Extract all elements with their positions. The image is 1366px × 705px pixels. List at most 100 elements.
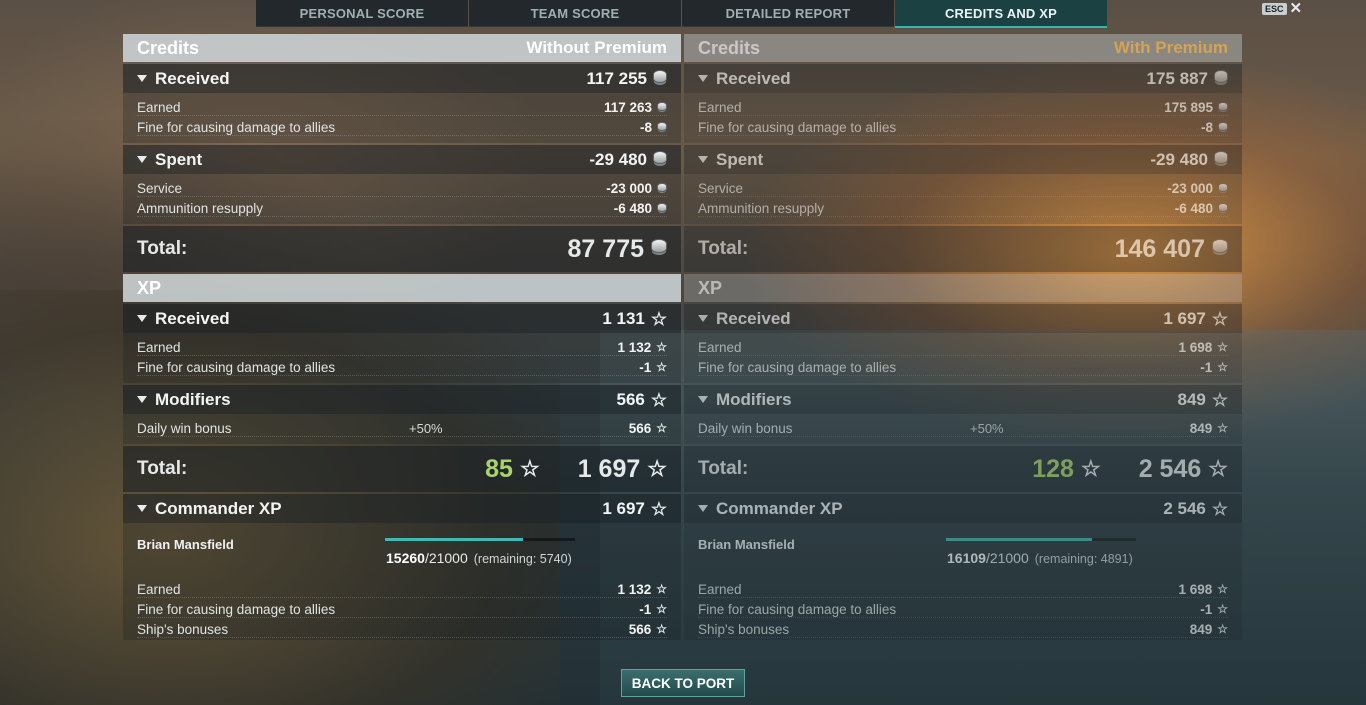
detail-row: Fine for causing damage to allies -1 ☆ xyxy=(684,357,1242,377)
xp-star-icon: ☆ xyxy=(650,498,667,519)
xp-star-icon: ☆ xyxy=(1217,340,1228,354)
credits-icon xyxy=(653,70,667,83)
row-value: 566 xyxy=(628,621,652,637)
commander-xp-value: 2 546 xyxy=(1163,498,1206,518)
credits-received-header[interactable]: Received 117 255 xyxy=(123,64,681,93)
xp-star-icon: ☆ xyxy=(650,389,667,410)
commander-xp-remaining: (remaining: 4891) xyxy=(1034,552,1133,566)
xp-received-value: 1 697 xyxy=(1163,308,1206,328)
credits-icon xyxy=(653,151,667,164)
credits-received-label: Received xyxy=(155,68,230,88)
xp-total-value: 1 697 xyxy=(577,454,641,483)
premium-mode-label: Without Premium xyxy=(526,38,667,57)
detail-row: Earned 1 698 ☆ xyxy=(684,337,1242,357)
xp-star-icon: ☆ xyxy=(1080,456,1101,481)
credits-icon xyxy=(1218,121,1228,131)
commander-xp-label: Commander XP xyxy=(716,498,843,518)
row-value: 849 xyxy=(1189,621,1213,637)
commander-xp-max: /21000 xyxy=(985,550,1029,566)
commander-xp-header[interactable]: Commander XP 1 697 ☆ xyxy=(123,494,681,523)
xp-received-rows: Earned 1 132 ☆ Fine for causing damage to a… xyxy=(123,333,681,383)
row-label: Fine for causing damage to allies xyxy=(137,601,336,617)
premium-mode-label: With Premium xyxy=(1113,38,1228,57)
back-to-port-button[interactable]: BACK TO PORT xyxy=(621,669,745,697)
detail-row: Fine for causing damage to allies -1 ☆ xyxy=(123,599,681,619)
detail-row: Earned 1 698 ☆ xyxy=(684,579,1242,599)
row-label: Ammunition resupply xyxy=(698,200,825,216)
credits-spent-label: Spent xyxy=(155,149,203,169)
xp-modifiers-rows: Daily win bonus +50% 849 ☆ xyxy=(684,414,1242,444)
xp-received-header[interactable]: Received 1 697 ☆ xyxy=(684,304,1242,333)
row-label: Ship's bonuses xyxy=(698,621,790,637)
commander-xp-header[interactable]: Commander XP 2 546 ☆ xyxy=(684,494,1242,523)
credits-title: Credits xyxy=(137,37,200,58)
commander-xp-current: 16109 xyxy=(947,550,986,566)
commander-xp-progress: 15260/21000 (remaining: 5740) xyxy=(386,550,572,566)
collapse-triangle-icon xyxy=(698,315,708,322)
detail-row: Ship's bonuses 566 ☆ xyxy=(123,619,681,639)
row-label: Service xyxy=(698,180,744,196)
row-value: 566 xyxy=(628,420,652,436)
detail-row: Earned 117 263 xyxy=(123,97,681,117)
xp-star-icon: ☆ xyxy=(1208,456,1228,481)
xp-modifiers-label: Modifiers xyxy=(716,389,792,409)
xp-modifiers-header[interactable]: Modifiers 849 ☆ xyxy=(684,385,1242,414)
row-label: Daily win bonus xyxy=(698,420,793,436)
row-value: -6 480 xyxy=(1174,200,1213,216)
xp-modifiers-header[interactable]: Modifiers 566 ☆ xyxy=(123,385,681,414)
free-xp-value: 128 xyxy=(1032,454,1074,483)
tab-detailed-report[interactable]: DETAILED REPORT xyxy=(682,0,894,27)
tab-team-score[interactable]: TEAM SCORE xyxy=(469,0,681,27)
xp-received-header[interactable]: Received 1 131 ☆ xyxy=(123,304,681,333)
row-label: Earned xyxy=(137,581,181,597)
commander-progress-bar xyxy=(385,538,575,541)
credits-icon xyxy=(1218,101,1228,111)
xp-star-icon: ☆ xyxy=(647,456,667,481)
credits-spent-rows: Service -23 000 Ammunition resupply -6 480 xyxy=(123,174,681,224)
credits-icon xyxy=(1214,70,1228,83)
row-label: Fine for causing damage to allies xyxy=(137,359,336,375)
modifier-percent: +50% xyxy=(409,420,443,436)
tab-personal-score[interactable]: PERSONAL SCORE xyxy=(256,0,468,27)
detail-row: Daily win bonus +50% 849 ☆ xyxy=(684,418,1242,438)
xp-star-icon: ☆ xyxy=(1217,602,1228,616)
commander-xp-remaining: (remaining: 5740) xyxy=(473,552,572,566)
credits-icon xyxy=(1214,151,1228,164)
xp-total: Total: 85 ☆ 1 697 ☆ xyxy=(123,446,681,492)
xp-section-header: XP xyxy=(123,274,681,302)
row-label: Daily win bonus xyxy=(137,420,232,436)
detail-row: Fine for causing damage to allies -1 ☆ xyxy=(123,357,681,377)
credits-spent-label: Spent xyxy=(716,149,764,169)
row-value: 1 132 xyxy=(617,339,652,355)
row-value: 849 xyxy=(1189,420,1213,436)
collapse-triangle-icon xyxy=(137,156,147,163)
credits-spent-header[interactable]: Spent -29 480 xyxy=(684,145,1242,174)
credits-spent-header[interactable]: Spent -29 480 xyxy=(123,145,681,174)
row-value: -8 xyxy=(1200,119,1213,135)
xp-star-icon: ☆ xyxy=(1211,308,1228,329)
credits-icon xyxy=(657,101,667,111)
row-value: -1 xyxy=(639,359,652,375)
close-button[interactable]: ESC ✕ xyxy=(1262,0,1303,17)
row-label: Service xyxy=(137,180,183,196)
commander-progress-fill xyxy=(385,538,524,541)
xp-modifiers-label: Modifiers xyxy=(155,389,231,409)
credits-total: Total: 87 775 xyxy=(123,226,681,272)
credits-received-header[interactable]: Received 175 887 xyxy=(684,64,1242,93)
collapse-triangle-icon xyxy=(698,396,708,403)
xp-total-label: Total: xyxy=(137,458,188,479)
xp-star-icon: ☆ xyxy=(656,622,667,636)
collapse-triangle-icon xyxy=(137,75,147,82)
panel-with-premium: Credits With Premium Received 175 887 Earned… xyxy=(684,34,1242,640)
collapse-triangle-icon xyxy=(698,505,708,512)
detail-row: Service -23 000 xyxy=(684,178,1242,198)
commander-name: Brian Mansfield xyxy=(137,537,234,552)
close-icon: ✕ xyxy=(1289,0,1303,17)
detail-row: Earned 1 132 ☆ xyxy=(123,337,681,357)
credits-spent-rows: Service -23 000 Ammunition resupply -6 480 xyxy=(684,174,1242,224)
credits-total-value: 87 775 xyxy=(567,234,644,263)
tab-credits-and-xp[interactable]: CREDITS AND XP xyxy=(895,0,1107,28)
detail-row: Earned 175 895 xyxy=(684,97,1242,117)
xp-star-icon: ☆ xyxy=(1211,498,1228,519)
detail-row: Daily win bonus +50% 566 ☆ xyxy=(123,418,681,438)
